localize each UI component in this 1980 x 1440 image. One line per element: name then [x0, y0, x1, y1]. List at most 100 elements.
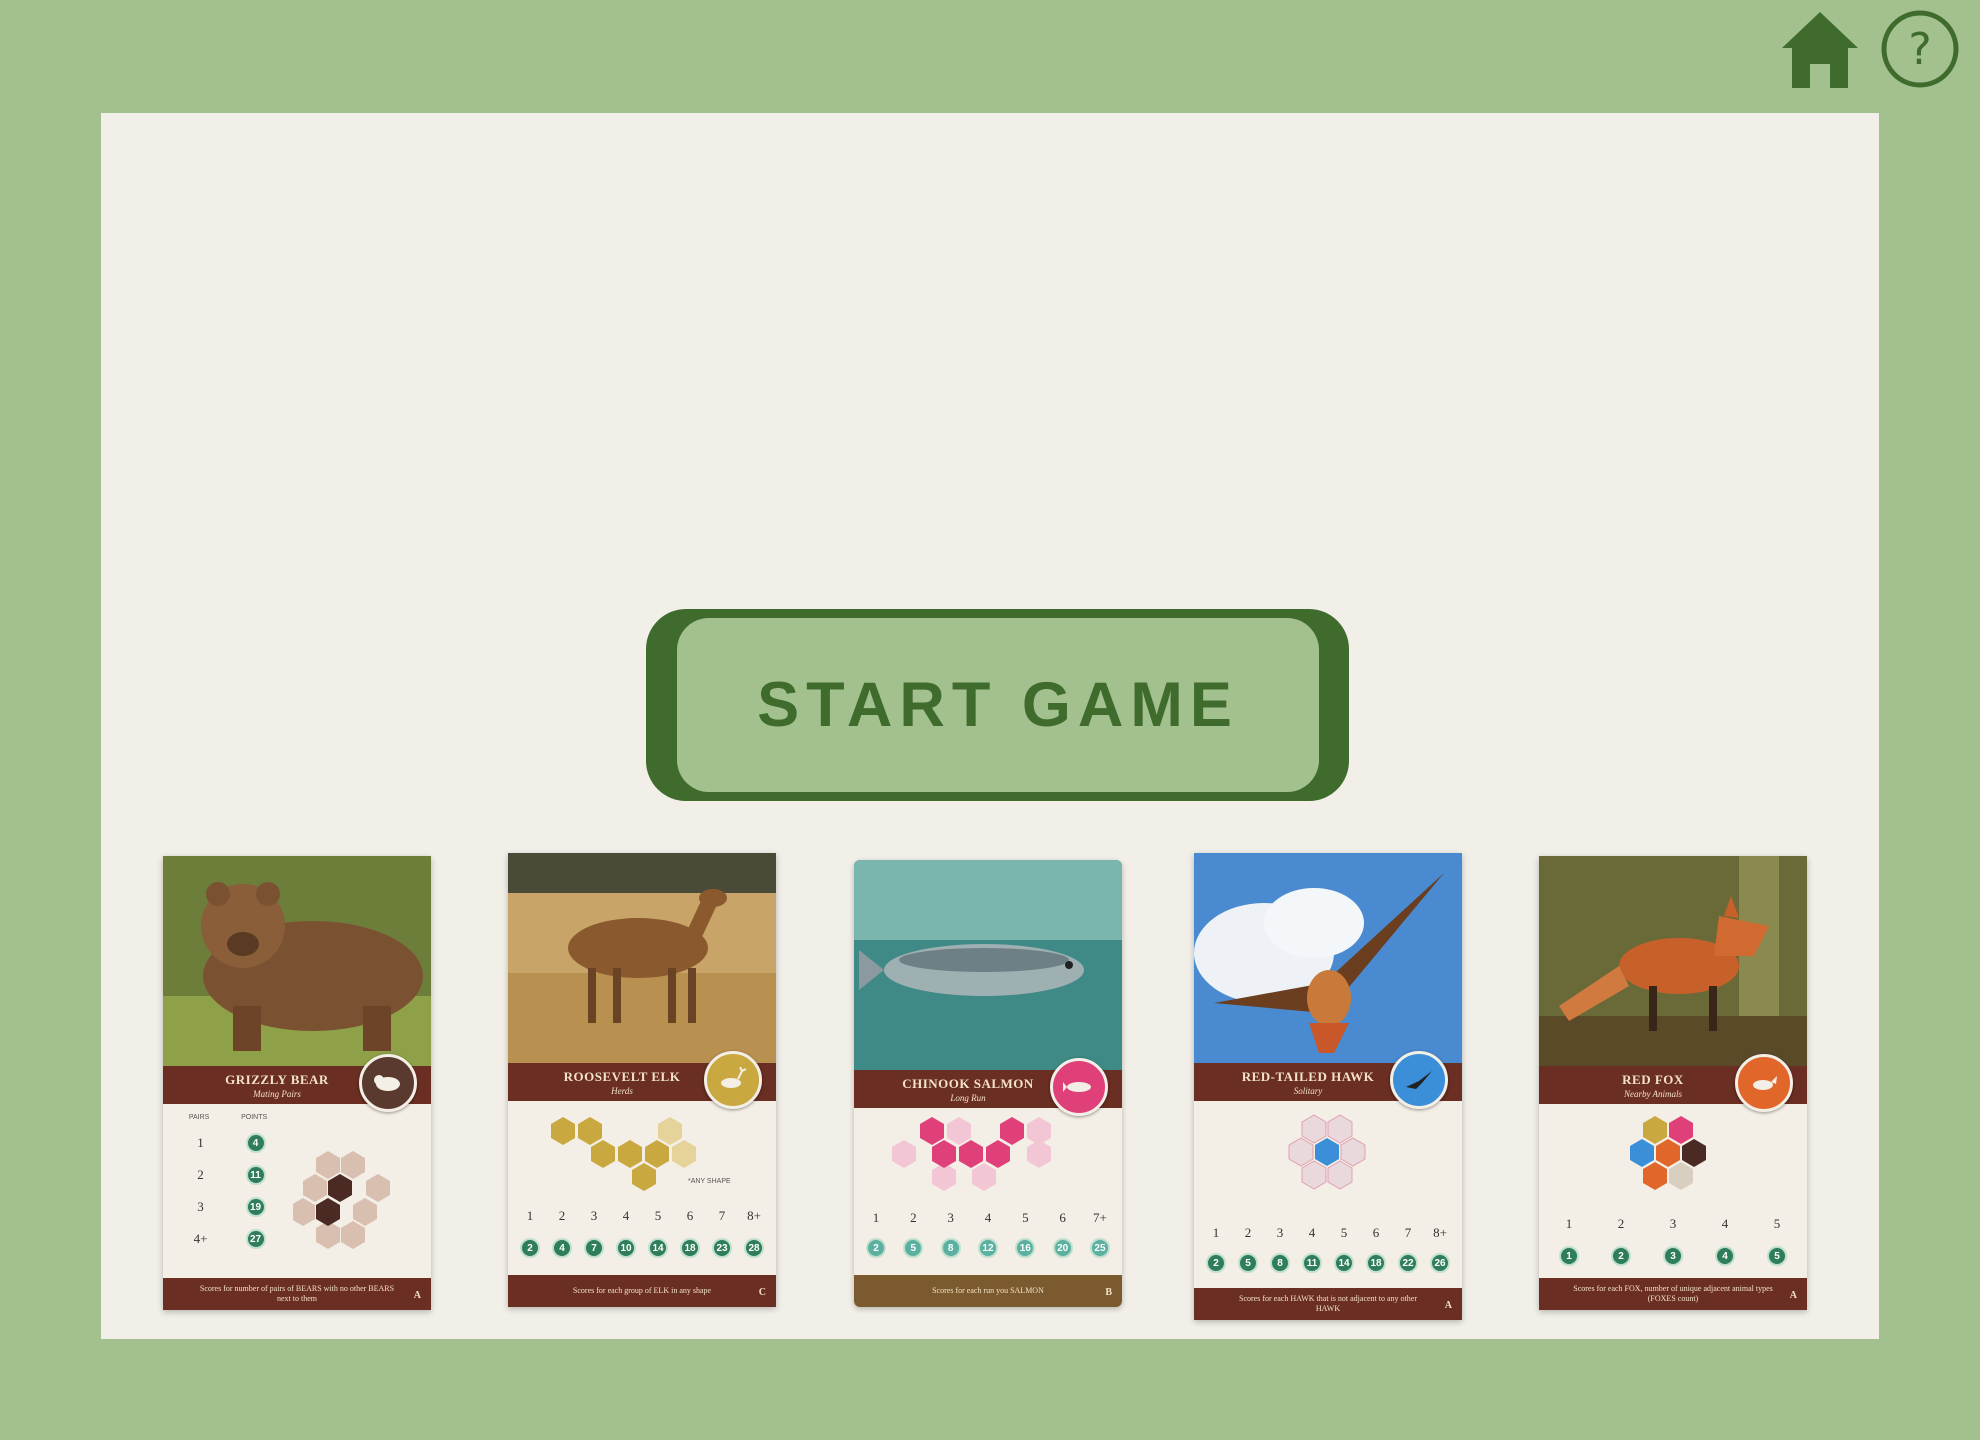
start-game-button[interactable]: START GAME [646, 609, 1349, 801]
count-value: 7+ [1093, 1210, 1107, 1225]
points-value: 2 [1206, 1253, 1226, 1273]
home-icon[interactable] [1778, 8, 1862, 90]
score-row: 2 11 [173, 1165, 283, 1185]
count-value: 4 [984, 1210, 992, 1225]
points-value: 2 [866, 1238, 886, 1258]
wildlife-card-chinook-salmon[interactable]: CHINOOK SALMON Long Run 1 2 3 4 5 6 7+ 2… [854, 860, 1122, 1307]
points-value: 10 [616, 1238, 636, 1258]
count-value: 6 [1059, 1210, 1066, 1225]
wildlife-card-red-fox[interactable]: RED FOX Nearby Animals 1 2 3 4 5 1 2 3 4 [1539, 856, 1807, 1310]
count-value: 5 [1773, 1216, 1781, 1231]
points-value: 5 [1238, 1253, 1258, 1273]
count-value: 8+ [747, 1208, 761, 1223]
card-rule-text: Scores for each run you SALMON [932, 1286, 1044, 1296]
pairs-count: 1 [197, 1135, 204, 1150]
points-value: 1 [1559, 1246, 1579, 1266]
count-value: 4 [1308, 1225, 1316, 1240]
wildlife-card-red-tailed-hawk[interactable]: RED-TAILED HAWK Solitary 1 2 3 4 5 6 7 8… [1194, 853, 1462, 1320]
points-value: 18 [680, 1238, 700, 1258]
card-footer: Scores for each group of ELK in any shap… [508, 1275, 776, 1307]
points-value: 19 [245, 1197, 266, 1217]
count-value: 5 [1340, 1225, 1348, 1240]
count-row: 1 2 3 4 5 6 7 8+ [1206, 1225, 1450, 1241]
points-value: 14 [648, 1238, 668, 1258]
points-row: 2 5 8 12 16 20 25 [866, 1238, 1110, 1258]
points-value: 25 [1089, 1238, 1110, 1258]
points-value: 16 [1015, 1238, 1036, 1258]
help-glyph: ? [1908, 23, 1932, 75]
points-value: 14 [1334, 1253, 1354, 1273]
score-row: 3 19 [173, 1197, 283, 1217]
points-value: 7 [584, 1238, 604, 1258]
wildlife-card-grizzly-bear[interactable]: GRIZZLY BEAR Mating Pairs PAIRS POINTS 1… [163, 856, 431, 1310]
card-footer: Scores for each FOX, number of unique ad… [1539, 1278, 1807, 1310]
count-value: 6 [686, 1208, 694, 1223]
wildlife-card-roosevelt-elk[interactable]: ROOSEVELT ELK Herds *ANY SHAPE 1 2 3 4 5… [508, 853, 776, 1307]
count-value: 2 [558, 1208, 566, 1223]
start-game-button-inner: START GAME [677, 618, 1319, 792]
hex-pattern [892, 1117, 1051, 1191]
card-letter: A [1789, 1290, 1797, 1301]
count-value: 1 [1565, 1216, 1573, 1231]
card-rule-text: Scores for each HAWK that is not adjacen… [1239, 1294, 1417, 1313]
points-value: 2 [520, 1238, 540, 1258]
top-icon-bar: ? [1778, 8, 1960, 90]
table-header-points: POINTS [241, 1114, 268, 1121]
hex-pattern [1288, 1114, 1366, 1190]
count-value: 2 [910, 1210, 917, 1225]
count-value: 4 [622, 1208, 630, 1223]
card-footer: Scores for number of pairs of BEARS with… [163, 1278, 431, 1310]
points-value: 5 [1767, 1246, 1787, 1266]
card-footer: Scores for each HAWK that is not adjacen… [1194, 1288, 1462, 1320]
chinook-salmon-art [854, 860, 1122, 1070]
bear-icon [359, 1054, 417, 1112]
points-row: 2 5 8 11 14 18 22 26 [1206, 1253, 1450, 1273]
points-value: 27 [245, 1229, 266, 1249]
hex-pattern [1630, 1116, 1706, 1190]
count-value: 7 [718, 1208, 726, 1223]
count-value: 1 [1212, 1225, 1220, 1240]
count-row: 1 2 3 4 5 [1559, 1216, 1787, 1232]
main-panel: START GAME GRIZZLY BEAR Mating Pairs PAI… [101, 113, 1879, 1339]
card-rule-text: Scores for number of pairs of BEARS with… [199, 1284, 395, 1303]
card-letter: C [758, 1287, 766, 1298]
count-value: 3 [1669, 1216, 1677, 1231]
points-value: 2 [1611, 1246, 1631, 1266]
points-value: 5 [903, 1238, 924, 1258]
count-value: 5 [1022, 1210, 1029, 1225]
count-value: 1 [526, 1208, 534, 1223]
card-letter: B [1105, 1287, 1112, 1298]
count-row: 1 2 3 4 5 6 7+ [866, 1210, 1110, 1226]
points-value: 28 [744, 1238, 764, 1258]
points-value: 11 [1302, 1253, 1322, 1273]
count-row: 1 2 3 4 5 6 7 8+ [520, 1208, 764, 1224]
count-value: 3 [1276, 1225, 1284, 1240]
points-value: 4 [552, 1238, 572, 1258]
card-letter: A [1444, 1300, 1452, 1311]
score-table: PAIRS POINTS 1 4 2 11 3 19 4+ 27 [173, 1114, 283, 1264]
elk-icon [704, 1051, 762, 1109]
start-game-label: START GAME [757, 670, 1239, 740]
card-letter: A [413, 1290, 421, 1301]
count-value: 3 [590, 1208, 598, 1223]
points-value: 12 [977, 1238, 998, 1258]
points-value: 11 [245, 1165, 266, 1185]
score-row: 1 4 [173, 1133, 283, 1153]
fox-icon [1735, 1054, 1793, 1112]
roosevelt-elk-art [508, 853, 776, 1063]
help-button[interactable]: ? [1880, 9, 1960, 89]
hex-pattern [293, 1151, 390, 1249]
points-value: 20 [1052, 1238, 1073, 1258]
points-row: 1 2 3 4 5 [1559, 1246, 1787, 1266]
points-value: 4 [245, 1133, 266, 1153]
points-row: 2 4 7 10 14 18 23 28 [520, 1238, 764, 1258]
points-value: 18 [1366, 1253, 1386, 1273]
pairs-count: 2 [197, 1167, 204, 1182]
count-value: 8+ [1433, 1225, 1447, 1240]
card-footer: Scores for each run you SALMON B [854, 1275, 1122, 1307]
hawk-icon [1390, 1051, 1448, 1109]
points-value: 8 [1270, 1253, 1290, 1273]
card-rule-text: Scores for each FOX, number of unique ad… [1573, 1284, 1773, 1303]
pairs-count: 3 [197, 1199, 204, 1214]
points-value: 4 [1715, 1246, 1735, 1266]
